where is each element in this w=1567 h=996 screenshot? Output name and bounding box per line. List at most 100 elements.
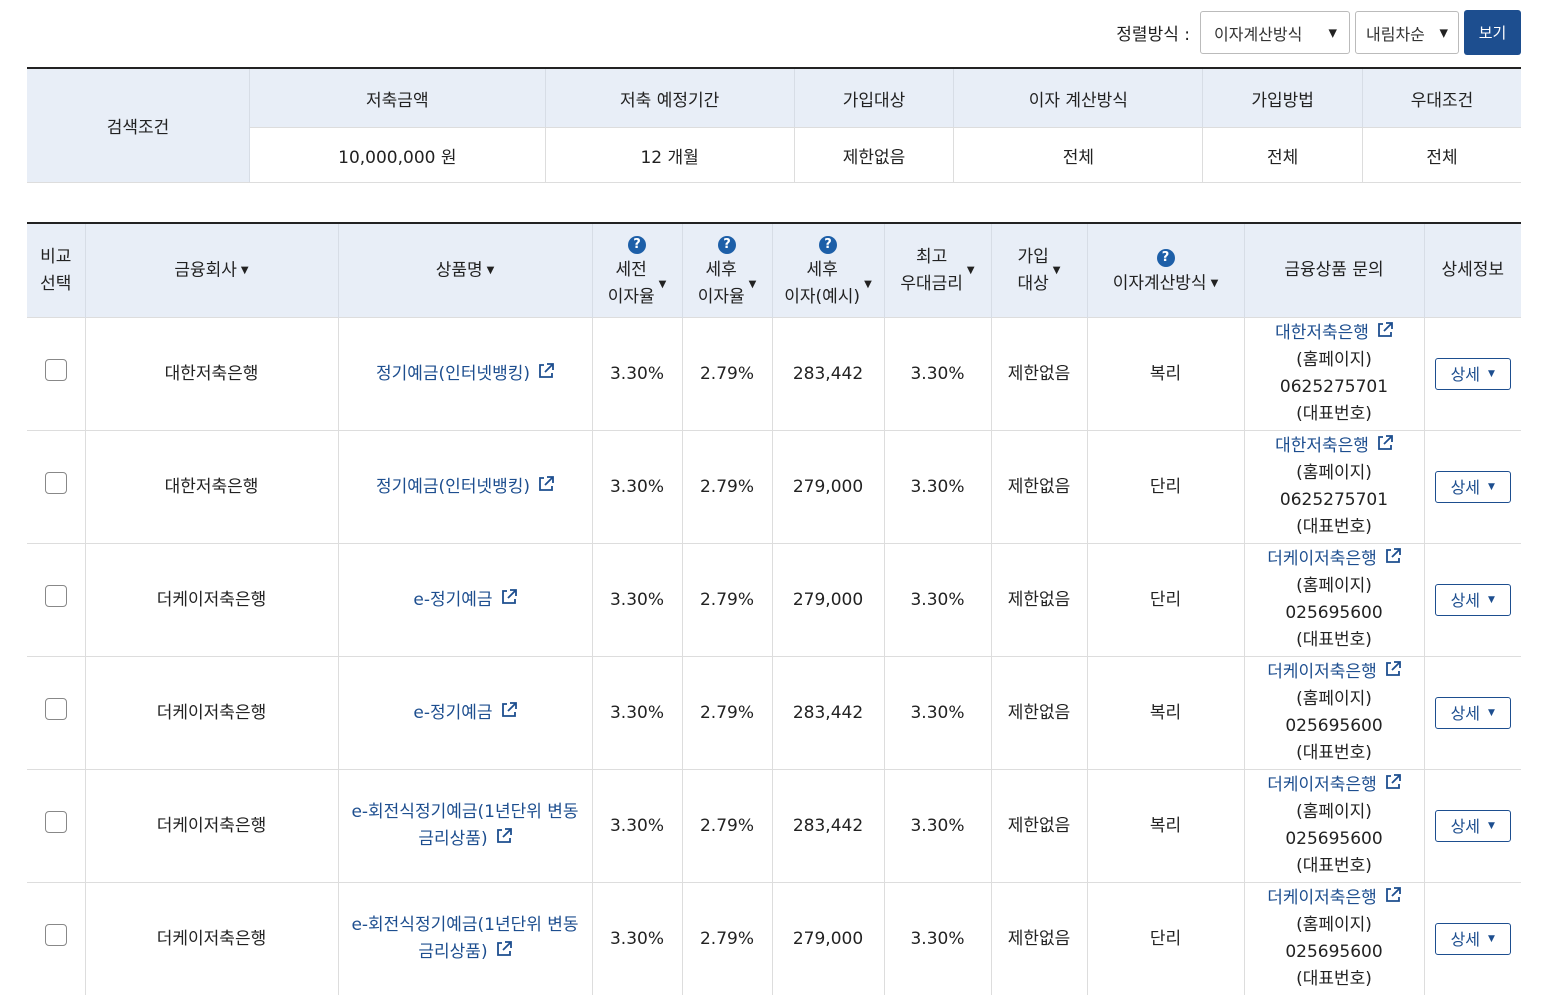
target-cell: 제한없음 (990, 769, 1087, 883)
detail-button[interactable]: 상세 ▼ (1434, 810, 1511, 842)
table-row: 더케이저축은행 e-정기예금 3.30% 2.79% 283,442 3.30% 제한없음 복… (27, 656, 1521, 770)
product-name-line: 정기예금(인터넷뱅킹) (375, 476, 531, 497)
sort-caret-icon: ▼ (864, 278, 872, 290)
condition-value: 전체 (1202, 127, 1363, 183)
detail-cell: 상세 ▼ (1423, 430, 1521, 544)
posttax-rate-cell: 2.79% (681, 769, 772, 883)
condition-header: 가입방법 (1202, 68, 1363, 128)
product-link[interactable]: e-정기예금 (413, 588, 517, 610)
company-cell: 대한저축은행 (84, 317, 338, 431)
condition-header: 저축 예정기간 (544, 68, 795, 128)
product-name-line: 정기예금(인터넷뱅킹) (375, 363, 531, 384)
detail-button[interactable]: 상세 ▼ (1434, 584, 1511, 616)
table-row: 대한저축은행 정기예금(인터넷뱅킹) 3.30% 2.79% 283,442 3.30% 제… (27, 317, 1521, 431)
product-link[interactable]: e-회전식정기예금(1년단위 변동금리상품) (351, 802, 578, 849)
homepage-link[interactable]: 더케이저축은행 (1267, 774, 1401, 795)
product-link[interactable]: e-회전식정기예금(1년단위 변동 금리상품) (351, 915, 578, 962)
table-row: 더케이저축은행 e-정기예금 3.30% 2.79% 279,000 3.30% 제한없음 단… (27, 543, 1521, 657)
sort-caret-icon: ▼ (1052, 265, 1061, 276)
pretax-rate-cell: 3.30% (591, 882, 682, 995)
sort-caret-icon: ▼ (486, 264, 495, 276)
dropdown-caret-icon: ▼ (1439, 26, 1448, 39)
sort-label: 정렬방식 : (1116, 25, 1190, 45)
condition-header: 가입대상 (793, 68, 954, 128)
compare-checkbox[interactable] (44, 697, 67, 720)
detail-button[interactable]: 상세 ▼ (1434, 358, 1511, 390)
product-link[interactable]: e-정기예금 (413, 701, 517, 723)
homepage-link[interactable]: 더케이저축은행 (1267, 887, 1401, 908)
external-link-icon (501, 588, 517, 604)
homepage-suffix: (홈페이지) (1296, 802, 1372, 822)
homepage-link[interactable]: 대한저축은행 (1275, 435, 1393, 456)
compare-checkbox[interactable] (44, 584, 67, 607)
product-name-line: e-회전식정기예금(1년단위 변동 (351, 802, 579, 822)
help-icon[interactable]: ? (628, 235, 646, 254)
homepage-link[interactable]: 대한저축은행 (1275, 322, 1393, 343)
compare-checkbox[interactable] (44, 358, 67, 381)
compare-cell (27, 769, 85, 883)
header-posttax-rate[interactable]: ? 세후 이자율 ▼ (681, 223, 772, 318)
target-cell: 제한없음 (990, 317, 1087, 431)
detail-cell: 상세 ▼ (1423, 769, 1521, 883)
posttax-interest-cell: 283,442 (771, 317, 884, 431)
help-icon[interactable]: ? (718, 235, 736, 254)
posttax-interest-cell: 279,000 (771, 430, 884, 544)
compare-cell (27, 882, 85, 995)
header-product[interactable]: 상품명 ▼ (337, 223, 592, 318)
view-button[interactable]: 보기 (1464, 10, 1521, 55)
product-link[interactable]: 정기예금(인터넷뱅킹) (375, 362, 554, 384)
condition-value: 전체 (953, 127, 1203, 183)
detail-button[interactable]: 상세 ▼ (1434, 471, 1511, 503)
pretax-rate-cell: 3.30% (591, 430, 682, 544)
compare-checkbox[interactable] (44, 471, 67, 494)
compare-cell (27, 656, 85, 770)
phone-number: 0625275701 (1279, 490, 1389, 510)
sort-method-value: 이자계산방식 (1214, 24, 1303, 44)
sort-order-select[interactable]: 내림차순 ▼ (1355, 11, 1459, 54)
calc-method-cell: 단리 (1086, 882, 1244, 995)
product-name-line: 금리상품) (418, 942, 488, 962)
detail-button[interactable]: 상세 ▼ (1434, 697, 1511, 729)
product-link[interactable]: 정기예금(인터넷뱅킹) (375, 475, 554, 497)
pretax-rate-cell: 3.30% (591, 317, 682, 431)
homepage-link[interactable]: 더케이저축은행 (1267, 661, 1401, 682)
header-calc-method[interactable]: ? 이자계산방식 ▼ (1086, 223, 1244, 318)
homepage-suffix: (홈페이지) (1296, 576, 1372, 596)
header-target[interactable]: 가입 대상 ▼ (990, 223, 1087, 318)
external-link-icon (539, 475, 554, 491)
homepage-suffix: (홈페이지) (1296, 689, 1372, 709)
detail-button[interactable]: 상세 ▼ (1434, 923, 1511, 955)
header-pretax-rate[interactable]: ? 세전 이자율 ▼ (591, 223, 682, 318)
phone-number: 025695600 (1285, 716, 1383, 736)
header-compare: 비교 선택 (27, 223, 85, 318)
product-name-line: 금리상품) (418, 829, 488, 849)
header-max-rate[interactable]: 최고 우대금리 ▼ (883, 223, 991, 318)
external-link-icon (501, 701, 517, 717)
sort-caret-icon: ▼ (1210, 278, 1219, 290)
compare-cell (27, 317, 85, 431)
compare-checkbox[interactable] (44, 810, 67, 833)
search-conditions-label: 검색조건 (27, 68, 250, 183)
help-icon[interactable]: ? (819, 235, 837, 254)
table-row: 대한저축은행 정기예금(인터넷뱅킹) 3.30% 2.79% 279,000 3.30% 제… (27, 430, 1521, 544)
posttax-rate-cell: 2.79% (681, 430, 772, 544)
product-cell: e-회전식정기예금(1년단위 변동금리상품) (337, 769, 592, 883)
external-link-icon (1378, 322, 1393, 337)
condition-value: 10,000,000 원 (249, 127, 546, 183)
header-posttax-interest[interactable]: ? 세후 이자(예시) ▼ (771, 223, 884, 318)
header-company[interactable]: 금융회사 ▼ (84, 223, 338, 318)
calc-method-cell: 복리 (1086, 656, 1244, 770)
chevron-down-icon: ▼ (1488, 368, 1495, 379)
product-cell: 정기예금(인터넷뱅킹) (337, 317, 592, 431)
external-link-icon (1385, 548, 1401, 563)
help-icon[interactable]: ? (1156, 248, 1175, 267)
sort-method-select[interactable]: 이자계산방식 ▼ (1200, 11, 1350, 54)
homepage-link[interactable]: 더케이저축은행 (1267, 548, 1401, 569)
chevron-down-icon: ▼ (1488, 594, 1495, 605)
max-rate-cell: 3.30% (883, 430, 991, 544)
sort-order-value: 내림차순 (1366, 24, 1425, 44)
company-cell: 더케이저축은행 (84, 543, 338, 657)
compare-checkbox[interactable] (44, 923, 67, 946)
homepage-suffix: (홈페이지) (1296, 350, 1372, 370)
external-link-icon (496, 828, 512, 843)
